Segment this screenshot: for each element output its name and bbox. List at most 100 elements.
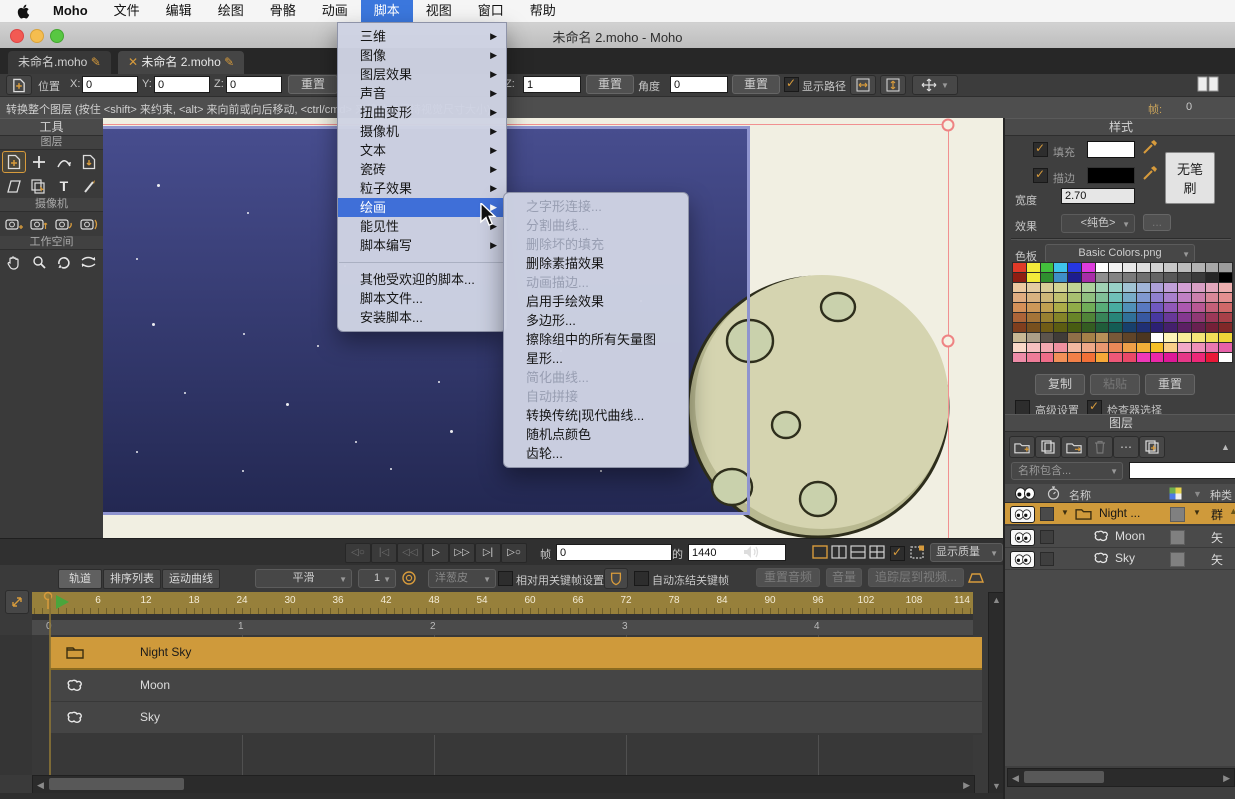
reference-layer-button[interactable] — [1061, 436, 1087, 458]
timeline-tab-motiongraph[interactable]: 运动曲线 — [162, 569, 220, 589]
palette-swatch[interactable] — [1123, 313, 1136, 322]
palette-swatch[interactable] — [1013, 353, 1026, 362]
palette-swatch[interactable] — [1013, 313, 1026, 322]
menubar-item-animation[interactable]: 动画 — [309, 0, 361, 22]
palette-swatch[interactable] — [1219, 263, 1232, 272]
copy-style-button[interactable]: 复制 — [1035, 374, 1085, 395]
palette-swatch[interactable] — [1192, 263, 1205, 272]
visibility-toggle[interactable] — [1010, 529, 1035, 546]
layers-h-scrollbar[interactable]: ◀ ▶ — [1007, 768, 1235, 787]
frame-mid-handle[interactable] — [942, 335, 955, 348]
palette-swatch[interactable] — [1164, 303, 1177, 312]
effect-dropdown[interactable]: <纯色>▼ — [1061, 214, 1135, 233]
palette-swatch[interactable] — [1137, 293, 1150, 302]
palette-swatch[interactable] — [1096, 303, 1109, 312]
flip-vertical-button[interactable] — [880, 75, 906, 95]
palette-swatch[interactable] — [1082, 263, 1095, 272]
palette-swatch[interactable] — [1109, 283, 1122, 292]
palette-swatch[interactable] — [1137, 283, 1150, 292]
menu-item[interactable]: 摄像机▶ — [338, 122, 506, 141]
palette-swatch[interactable] — [1123, 283, 1136, 292]
stroke-eyedropper-button[interactable] — [1141, 164, 1159, 187]
palette-swatch[interactable] — [1096, 263, 1109, 272]
palette-swatch[interactable] — [1096, 323, 1109, 332]
menu-item[interactable]: 文本▶ — [338, 141, 506, 160]
palette-swatch[interactable] — [1096, 333, 1109, 342]
palette-swatch[interactable] — [1151, 353, 1164, 362]
inspector-select-checkbox[interactable] — [1087, 400, 1102, 415]
palette-swatch[interactable] — [1082, 323, 1095, 332]
layer-color-swatch[interactable] — [1170, 530, 1185, 545]
palette-swatch[interactable] — [1068, 283, 1081, 292]
orbit-workspace-tool[interactable] — [78, 252, 100, 272]
volume-button[interactable]: 音量 — [826, 568, 862, 587]
palette-swatch[interactable] — [1068, 313, 1081, 322]
scroll-thumb[interactable] — [49, 778, 184, 790]
palette-swatch[interactable] — [1137, 313, 1150, 322]
palette-swatch[interactable] — [1219, 323, 1232, 332]
shear-layer-tool[interactable] — [3, 176, 25, 196]
palette-swatch[interactable] — [1137, 343, 1150, 352]
palette-swatch[interactable] — [1178, 263, 1191, 272]
palette-swatch[interactable] — [1096, 273, 1109, 282]
current-frame-input[interactable] — [556, 544, 672, 561]
stereo-view-checkbox[interactable] — [890, 546, 905, 561]
text-tool[interactable]: T — [53, 176, 75, 196]
frame-corner-handle[interactable] — [942, 119, 955, 132]
menu-item[interactable]: 扭曲变形▶ — [338, 103, 506, 122]
display-quality-dropdown[interactable]: 显示质量▼ — [930, 543, 1003, 562]
effect-options-button[interactable]: ... — [1143, 214, 1171, 231]
palette-swatch[interactable] — [1192, 283, 1205, 292]
palette-swatch[interactable] — [1192, 293, 1205, 302]
palette-swatch[interactable] — [1027, 303, 1040, 312]
palette-swatch[interactable] — [1027, 343, 1040, 352]
scroll-left-icon[interactable]: ◀ — [1012, 773, 1019, 784]
palette-swatch[interactable] — [1178, 303, 1191, 312]
palette-swatch[interactable] — [1164, 273, 1177, 282]
palette-swatch[interactable] — [1027, 273, 1040, 282]
timeline-h-scrollbar[interactable]: ◀ ▶ — [32, 775, 975, 794]
palette-swatch[interactable] — [1164, 263, 1177, 272]
timeline-tab-track[interactable]: 轨道 — [58, 569, 102, 589]
palette-swatch[interactable] — [1082, 343, 1095, 352]
palette-swatch[interactable] — [1123, 343, 1136, 352]
palette-swatch[interactable] — [1054, 293, 1067, 302]
timeline-tab-sortlist[interactable]: 排序列表 — [103, 569, 161, 589]
collapse-panel-icon[interactable]: ▲ — [1221, 442, 1230, 452]
palette-swatch[interactable] — [1041, 323, 1054, 332]
onion-skin-button[interactable] — [400, 570, 418, 591]
menu-item[interactable]: 随机点颜色 — [504, 425, 688, 444]
flip-horizontal-button[interactable] — [850, 75, 876, 95]
palette-swatch[interactable] — [1096, 353, 1109, 362]
palette-swatch[interactable] — [1206, 273, 1219, 282]
menubar-item-file[interactable]: 文件 — [101, 0, 153, 22]
menubar-item-help[interactable]: 帮助 — [517, 0, 569, 22]
timeline-row-moon[interactable]: Moon — [50, 670, 982, 703]
palette-swatch[interactable] — [1151, 283, 1164, 292]
palette-swatch[interactable] — [1123, 353, 1136, 362]
palette-swatch[interactable] — [1054, 273, 1067, 282]
scale-input[interactable] — [523, 76, 581, 93]
palette-swatch[interactable] — [1219, 273, 1232, 282]
stroke-checkbox[interactable] — [1033, 168, 1048, 183]
playhead-line[interactable] — [49, 595, 51, 775]
menu-item[interactable]: 转换传统|现代曲线... — [504, 406, 688, 425]
playback-button-1[interactable]: |◁ — [371, 543, 397, 563]
palette-swatch[interactable] — [1137, 263, 1150, 272]
palette-swatch[interactable] — [1054, 303, 1067, 312]
palette-swatch[interactable] — [1206, 293, 1219, 302]
palette-swatch[interactable] — [1082, 313, 1095, 322]
timeline-row-sky[interactable]: Sky — [50, 702, 982, 735]
menu-item[interactable]: 擦除组中的所有矢量图 — [504, 330, 688, 349]
menubar-item-bone[interactable]: 骨骼 — [257, 0, 309, 22]
menu-item[interactable]: 粒子效果▶ — [338, 179, 506, 198]
palette-swatch[interactable] — [1164, 323, 1177, 332]
palette-swatch[interactable] — [1219, 283, 1232, 292]
layer-row-moon[interactable]: Moon 矢 — [1005, 526, 1235, 549]
eyedropper-tool[interactable] — [78, 176, 100, 196]
palette-swatch[interactable] — [1013, 303, 1026, 312]
palette-swatch[interactable] — [1109, 303, 1122, 312]
reset-scale-button[interactable]: 重置 — [586, 75, 634, 94]
palette-swatch[interactable] — [1109, 313, 1122, 322]
curvature-tool[interactable] — [53, 152, 75, 172]
